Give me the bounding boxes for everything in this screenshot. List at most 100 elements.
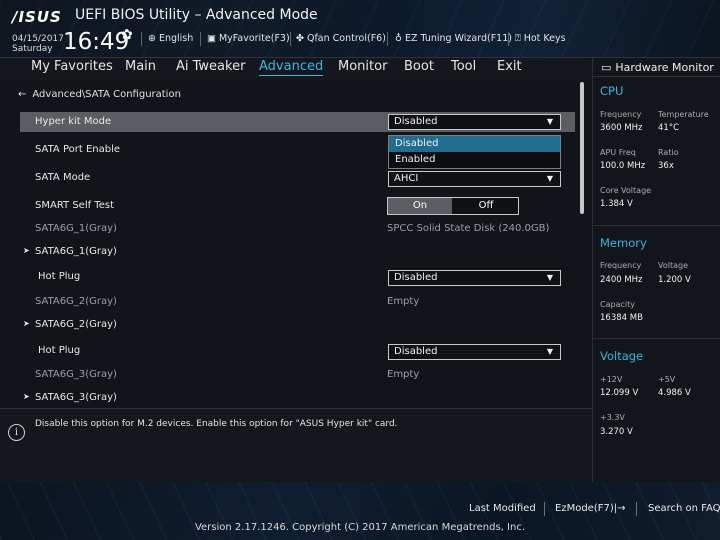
menu-bar: My Favorites Main Ai Tweaker Advanced Mo… xyxy=(0,58,592,80)
dropdown-value: Disabled xyxy=(394,116,438,127)
hyper-kit-mode-dropdown[interactable]: Disabled ▼ xyxy=(388,114,561,130)
ezmode-button[interactable]: EzMode(F7)|→ xyxy=(555,503,625,514)
submenu-label: ➤ SATA6G_2(Gray) xyxy=(23,319,117,330)
qfan-label: Qfan Control(F6) xyxy=(306,33,386,44)
gear-icon[interactable]: ✿ xyxy=(121,27,133,43)
caret-down-icon: ▼ xyxy=(546,117,553,126)
myfavorite-button[interactable]: ▣ MyFavorite(F3) xyxy=(207,33,290,44)
tab-monitor[interactable]: Monitor xyxy=(338,59,387,74)
apu-freq-label: APU Freq xyxy=(600,148,636,157)
apu-freq-value: 100.0 MHz xyxy=(600,161,646,171)
info-row-sata6g-2: SATA6G_2(Gray) Empty xyxy=(0,292,580,312)
hot-plug-2-dropdown[interactable]: Disabled ▼ xyxy=(388,344,561,360)
myfavorite-label: MyFavorite(F3) xyxy=(218,33,290,44)
info-icon: i xyxy=(8,424,25,441)
caret-down-icon: ▼ xyxy=(546,347,553,356)
cpu-frequency-value: 3600 MHz xyxy=(600,123,643,133)
v5-value: 4.986 V xyxy=(658,388,691,398)
info-value: Empty xyxy=(387,369,420,380)
date-text: 04/15/2017 xyxy=(12,34,64,44)
voltage-heading: Voltage xyxy=(600,349,644,363)
divider xyxy=(508,32,509,46)
dropdown-value: Disabled xyxy=(394,272,438,283)
chevron-right-icon: ➤ xyxy=(23,246,30,255)
memory-voltage-value: 1.200 V xyxy=(658,275,691,285)
top-bar: /ISUS UEFI BIOS Utility – Advanced Mode … xyxy=(0,0,720,58)
cpu-temperature-label: Temperature xyxy=(658,110,709,119)
tab-advanced[interactable]: Advanced xyxy=(259,59,324,76)
sata-mode-dropdown[interactable]: AHCI ▼ xyxy=(388,171,561,187)
memory-voltage-label: Voltage xyxy=(658,261,689,270)
ratio-label: Ratio xyxy=(658,148,679,157)
option-enabled[interactable]: Enabled xyxy=(389,152,560,168)
search-faq-button[interactable]: Search on FAQ xyxy=(648,503,720,514)
ez-tuning-label: EZ Tuning Wizard(F11) xyxy=(404,33,512,44)
scrollbar[interactable] xyxy=(580,82,584,214)
v33-label: +3.3V xyxy=(600,413,625,422)
breadcrumb[interactable]: ← Advanced\SATA Configuration xyxy=(18,89,181,100)
tab-my-favorites[interactable]: My Favorites xyxy=(31,59,113,74)
divider xyxy=(141,32,142,46)
option-disabled[interactable]: Disabled xyxy=(389,136,560,152)
caret-down-icon: ▼ xyxy=(546,273,553,282)
hardware-monitor-title: ▭ Hardware Monitor xyxy=(601,61,714,74)
divider xyxy=(200,32,201,46)
v12-label: +12V xyxy=(600,375,623,384)
divider xyxy=(593,76,720,77)
info-label: SATA6G_3(Gray) xyxy=(35,369,117,380)
divider xyxy=(290,32,291,46)
tab-exit[interactable]: Exit xyxy=(497,59,522,74)
language-button[interactable]: ⊕ English xyxy=(148,33,193,44)
question-icon: ⍰ xyxy=(515,33,521,44)
info-row-sata6g-1: SATA6G_1(Gray) SPCC Solid State Disk (24… xyxy=(0,219,580,239)
toggle-off-option[interactable]: Off xyxy=(454,198,518,214)
ez-tuning-wizard-button[interactable]: ♁ EZ Tuning Wizard(F11) xyxy=(395,33,512,44)
info-label: SATA6G_2(Gray) xyxy=(35,296,117,307)
smart-self-test-toggle[interactable]: On Off xyxy=(387,197,519,215)
toggle-on-option[interactable]: On xyxy=(388,198,452,214)
caret-down-icon: ▼ xyxy=(546,174,553,183)
dropdown-value: Disabled xyxy=(394,346,438,357)
submenu-text: SATA6G_1(Gray) xyxy=(35,246,117,257)
setting-label: Hot Plug xyxy=(38,271,81,282)
setting-label: SATA Port Enable xyxy=(35,144,121,155)
bottom-bar: Last Modified EzMode(F7)|→ Search on FAQ… xyxy=(0,482,720,540)
tab-tool[interactable]: Tool xyxy=(451,59,476,74)
submenu-row-sata6g-2[interactable]: ➤ SATA6G_2(Gray) xyxy=(0,315,580,335)
hyper-kit-mode-options-popup: Disabled Enabled xyxy=(388,135,561,169)
dropdown-value: AHCI xyxy=(394,173,419,184)
info-row-sata6g-3: SATA6G_3(Gray) Empty xyxy=(0,365,580,385)
clock-display: 16:49 xyxy=(63,29,130,55)
divider xyxy=(636,502,637,516)
last-modified-button[interactable]: Last Modified xyxy=(469,503,536,514)
qfan-control-button[interactable]: ✤ Qfan Control(F6) xyxy=(296,33,386,44)
hot-plug-1-dropdown[interactable]: Disabled ▼ xyxy=(388,270,561,286)
setting-label: Hot Plug xyxy=(38,345,81,356)
submenu-row-sata6g-1[interactable]: ➤ SATA6G_1(Gray) xyxy=(0,242,580,262)
asus-logo: /ISUS xyxy=(12,8,62,26)
submenu-label: ➤ SATA6G_1(Gray) xyxy=(23,246,117,257)
hw-title-text: Hardware Monitor xyxy=(615,61,714,74)
back-arrow-icon[interactable]: ← xyxy=(18,89,26,100)
divider xyxy=(544,502,545,516)
hot-keys-button[interactable]: ⍰ Hot Keys xyxy=(515,33,566,44)
capacity-label: Capacity xyxy=(600,300,635,309)
chevron-right-icon: ➤ xyxy=(23,392,30,401)
setting-label: Hyper kit Mode xyxy=(35,116,112,127)
cpu-temperature-value: 41°C xyxy=(658,123,680,133)
tab-ai-tweaker[interactable]: Ai Tweaker xyxy=(176,59,245,74)
ratio-value: 36x xyxy=(658,161,674,171)
monitor-icon: ▭ xyxy=(601,61,612,74)
bulb-icon: ♁ xyxy=(395,33,402,44)
core-voltage-value: 1.384 V xyxy=(600,199,633,209)
copyright-text: Version 2.17.1246. Copyright (C) 2017 Am… xyxy=(194,522,526,533)
cpu-frequency-label: Frequency xyxy=(600,110,642,119)
tab-main[interactable]: Main xyxy=(125,59,156,74)
core-voltage-label: Core Voltage xyxy=(600,186,652,195)
submenu-row-sata6g-3[interactable]: ➤ SATA6G_3(Gray) xyxy=(0,388,580,408)
hardware-monitor-panel: ▭ Hardware Monitor CPU Frequency Temperat… xyxy=(592,58,720,482)
tab-boot[interactable]: Boot xyxy=(404,59,434,74)
divider xyxy=(387,32,388,46)
info-value: SPCC Solid State Disk (240.0GB) xyxy=(387,223,550,234)
day-text: Saturday xyxy=(12,44,53,54)
